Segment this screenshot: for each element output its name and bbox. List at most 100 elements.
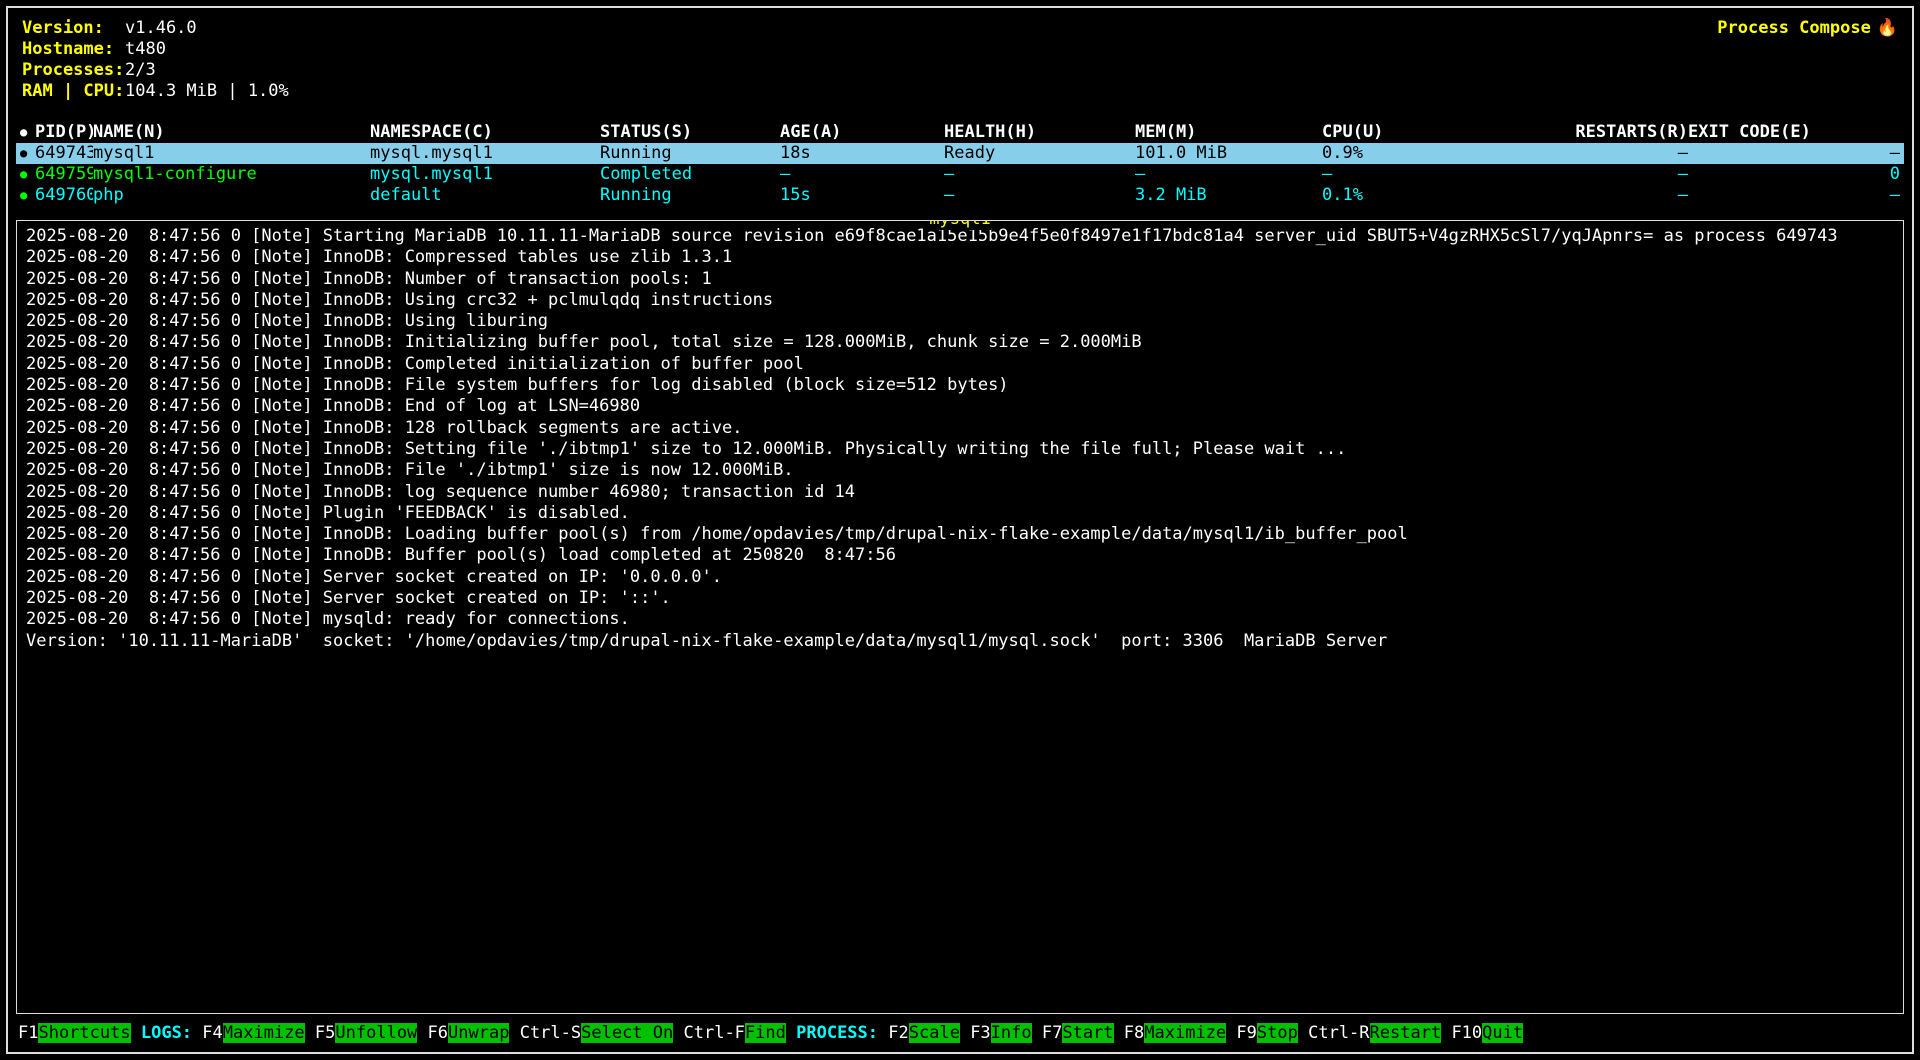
process-age: – — [780, 164, 944, 185]
header: Version:v1.46.0Hostname:t480Processes:2/… — [16, 14, 1904, 102]
header-field-label: RAM | CPU: — [22, 81, 125, 102]
shortcut-key: Ctrl-F — [684, 1023, 745, 1043]
log-line: 2025-08-20 8:47:56 0 [Note] InnoDB: log … — [26, 482, 1894, 503]
log-line: 2025-08-20 8:47:56 0 [Note] Plugin 'FEED… — [26, 503, 1894, 524]
shortcut-label: Maximize — [223, 1023, 305, 1043]
process-table: ●PID(P)NAME(N)NAMESPACE(C)STATUS(S)AGE(A… — [16, 122, 1904, 206]
process-restarts: – — [1575, 185, 1688, 206]
process-restarts: – — [1575, 143, 1688, 164]
log-line: 2025-08-20 8:47:56 0 [Note] InnoDB: Buff… — [26, 545, 1894, 566]
process-restarts: – — [1575, 164, 1688, 185]
process-status: Running — [600, 185, 780, 206]
process-namespace: mysql.mysql1 — [370, 143, 600, 164]
process-mem: – — [1135, 164, 1322, 185]
log-line: 2025-08-20 8:47:56 0 [Note] InnoDB: Comp… — [26, 354, 1894, 375]
column-header-mem: MEM(M) — [1135, 122, 1322, 143]
process-pid: 649759 — [35, 164, 93, 185]
header-field-value: v1.46.0 — [125, 18, 197, 38]
process-health: – — [944, 185, 1135, 206]
shortcut-key: F4 — [202, 1023, 222, 1043]
shortcut-f7[interactable]: F7Start — [1042, 1023, 1114, 1043]
log-lines: 2025-08-20 8:47:56 0 [Note] Starting Mar… — [26, 226, 1894, 652]
log-line: 2025-08-20 8:47:56 0 [Note] InnoDB: End … — [26, 396, 1894, 417]
log-line: 2025-08-20 8:47:56 0 [Note] InnoDB: 128 … — [26, 418, 1894, 439]
shortcut-f9[interactable]: F9Stop — [1236, 1023, 1297, 1043]
shortcut-f5[interactable]: F5Unfollow — [315, 1023, 417, 1043]
header-field: Processes:2/3 — [22, 60, 289, 81]
shortcut-key: F8 — [1124, 1023, 1144, 1043]
shortcut-key: Ctrl-S — [520, 1023, 581, 1043]
shortcut-key: F1 — [18, 1023, 38, 1043]
shortcut-ctrl-r[interactable]: Ctrl-RRestart — [1308, 1023, 1441, 1043]
process-age: 18s — [780, 143, 944, 164]
shortcut-f6[interactable]: F6Unwrap — [428, 1023, 510, 1043]
column-header-namespace: NAMESPACE(C) — [370, 122, 600, 143]
shortcut-label: Shortcuts — [38, 1023, 130, 1043]
log-panel[interactable]: mysql1 2025-08-20 8:47:56 0 [Note] Start… — [16, 220, 1904, 1014]
app-window: Version:v1.46.0Hostname:t480Processes:2/… — [6, 6, 1914, 1054]
status-dot-icon: ● — [20, 143, 35, 164]
process-status: Completed — [600, 164, 780, 185]
footer-section-logs: LOGS: — [141, 1023, 192, 1043]
shortcut-label: Stop — [1257, 1023, 1298, 1043]
log-line: 2025-08-20 8:47:56 0 [Note] InnoDB: Comp… — [26, 247, 1894, 268]
status-dot-icon: ● — [20, 122, 35, 143]
process-exit-code: – — [1688, 185, 1900, 206]
process-row-mysql1[interactable]: ●649743mysql1mysql.mysql1Running18sReady… — [16, 143, 1904, 164]
header-field-label: Processes: — [22, 60, 125, 81]
footer-section-process: PROCESS: — [796, 1023, 878, 1043]
shortcut-key: F7 — [1042, 1023, 1062, 1043]
shortcut-f4[interactable]: F4Maximize — [202, 1023, 304, 1043]
process-pid: 649743 — [35, 143, 93, 164]
process-cpu: 0.1% — [1322, 185, 1575, 206]
status-dot-icon: ● — [20, 185, 35, 206]
process-health: Ready — [944, 143, 1135, 164]
shortcut-ctrl-f[interactable]: Ctrl-FFind — [684, 1023, 786, 1043]
process-table-body: ●649743mysql1mysql.mysql1Running18sReady… — [16, 143, 1904, 206]
shortcut-key: F10 — [1451, 1023, 1482, 1043]
process-namespace: mysql.mysql1 — [370, 164, 600, 185]
shortcut-label: Unfollow — [335, 1023, 417, 1043]
log-panel-title: mysql1 — [928, 220, 991, 230]
process-name: mysql1 — [93, 143, 370, 164]
header-field-value: 2/3 — [125, 60, 156, 80]
header-field-value: 104.3 MiB | 1.0% — [125, 81, 289, 101]
header-field: Hostname:t480 — [22, 39, 289, 60]
process-name: mysql1-configure — [93, 164, 370, 185]
shortcut-label: Find — [745, 1023, 786, 1043]
shortcut-ctrl-s[interactable]: Ctrl-SSelect On — [520, 1023, 674, 1043]
process-table-header: ●PID(P)NAME(N)NAMESPACE(C)STATUS(S)AGE(A… — [16, 122, 1904, 143]
process-mem: 3.2 MiB — [1135, 185, 1322, 206]
process-exit-code: 0 — [1688, 164, 1900, 185]
log-line: 2025-08-20 8:47:56 0 [Note] mysqld: read… — [26, 609, 1894, 630]
shortcut-label: Restart — [1370, 1023, 1442, 1043]
column-header-pid: PID(P) — [35, 122, 93, 143]
shortcut-label: Info — [991, 1023, 1032, 1043]
shortcut-key: F3 — [970, 1023, 990, 1043]
app-title-text: Process Compose — [1717, 18, 1871, 38]
process-exit-code: – — [1688, 143, 1900, 164]
process-row-php[interactable]: ●649760phpdefaultRunning15s–3.2 MiB0.1%–… — [16, 185, 1904, 206]
header-fields: Version:v1.46.0Hostname:t480Processes:2/… — [22, 18, 289, 102]
process-namespace: default — [370, 185, 600, 206]
process-age: 15s — [780, 185, 944, 206]
process-pid: 649760 — [35, 185, 93, 206]
shortcut-label: Unwrap — [448, 1023, 509, 1043]
log-line: 2025-08-20 8:47:56 0 [Note] InnoDB: Usin… — [26, 290, 1894, 311]
header-field-value: t480 — [125, 39, 166, 59]
process-health: – — [944, 164, 1135, 185]
shortcut-f1[interactable]: F1Shortcuts — [18, 1023, 131, 1043]
process-row-mysql1-configure[interactable]: ●649759mysql1-configuremysql.mysql1Compl… — [16, 164, 1904, 185]
footer-shortcut-bar: F1Shortcuts LOGS: F4Maximize F5Unfollow … — [16, 1019, 1904, 1046]
shortcut-label: Quit — [1482, 1023, 1523, 1043]
shortcut-key: F6 — [428, 1023, 448, 1043]
shortcut-key: F2 — [888, 1023, 908, 1043]
shortcut-f2[interactable]: F2Scale — [888, 1023, 960, 1043]
log-line: 2025-08-20 8:47:56 0 [Note] InnoDB: File… — [26, 460, 1894, 481]
process-cpu: – — [1322, 164, 1575, 185]
shortcut-f10[interactable]: F10Quit — [1451, 1023, 1523, 1043]
shortcut-f8[interactable]: F8Maximize — [1124, 1023, 1226, 1043]
shortcut-label: Maximize — [1144, 1023, 1226, 1043]
shortcut-f3[interactable]: F3Info — [970, 1023, 1031, 1043]
process-mem: 101.0 MiB — [1135, 143, 1322, 164]
